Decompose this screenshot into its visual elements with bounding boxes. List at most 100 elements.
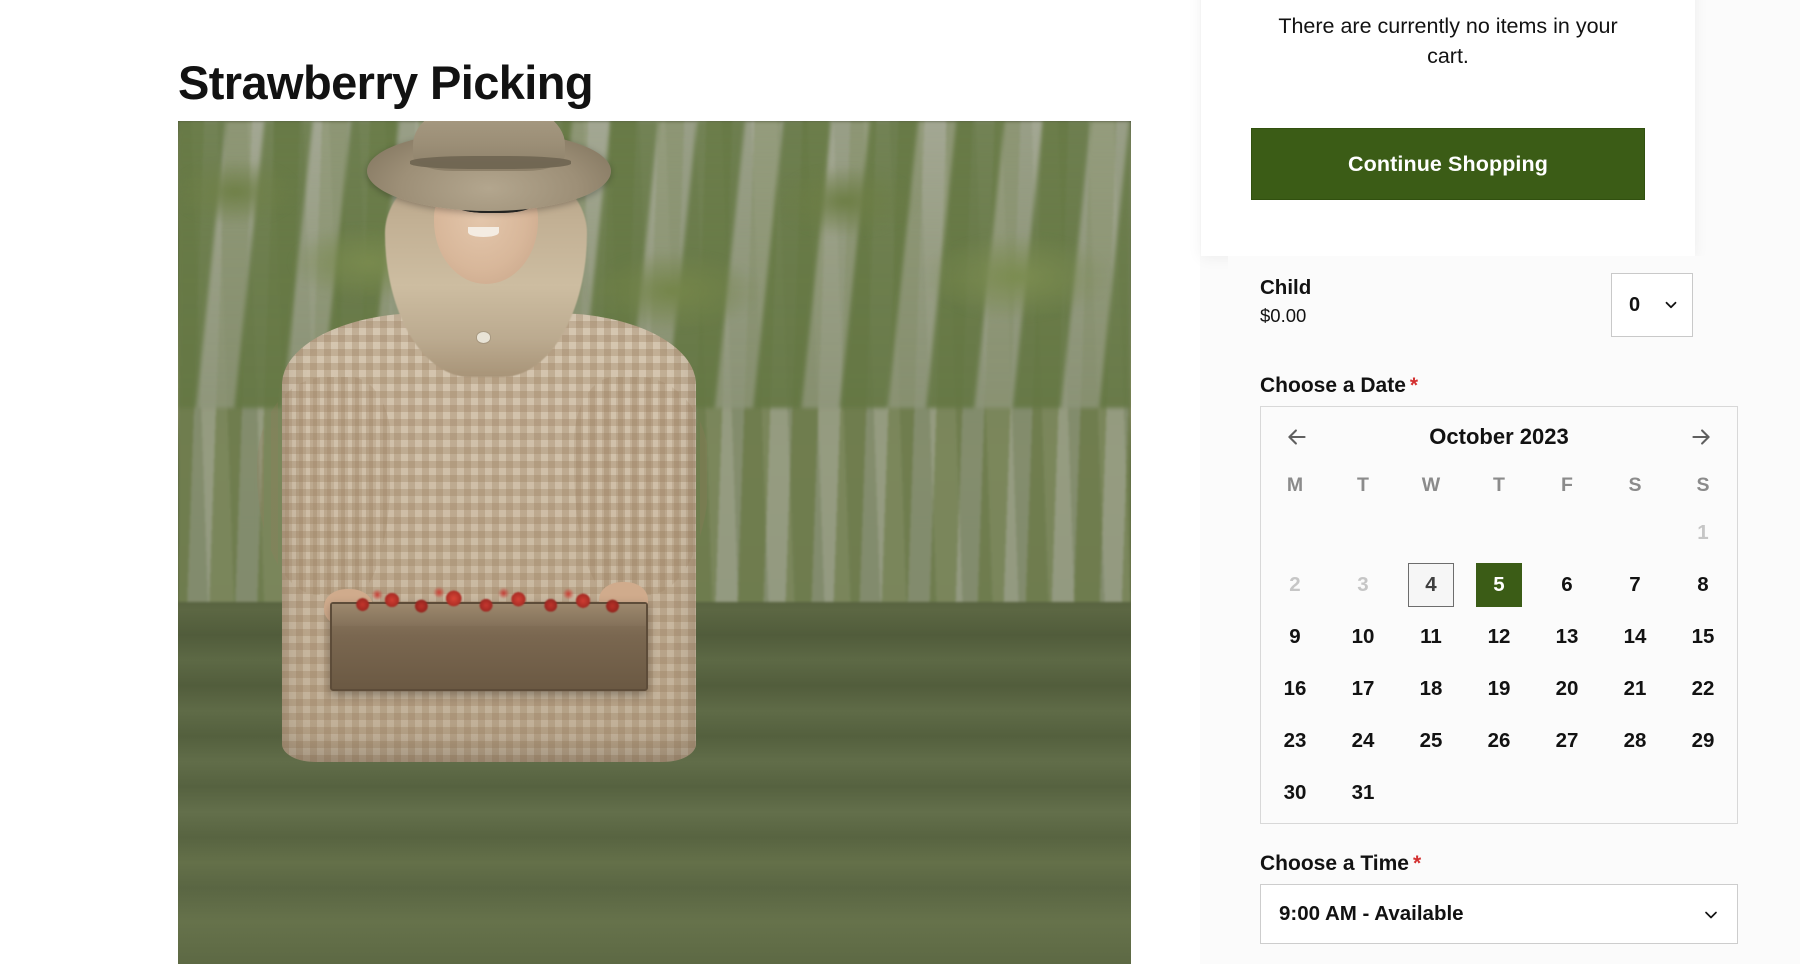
photo-wooden-crate bbox=[330, 581, 648, 692]
ticket-row-child: Child $0.00 0 bbox=[1260, 273, 1736, 354]
calendar-day-4[interactable]: 4 bbox=[1397, 559, 1465, 611]
calendar-day-20[interactable]: 20 bbox=[1533, 663, 1601, 715]
time-select[interactable]: 9:00 AM - Available bbox=[1260, 884, 1738, 944]
sidebar-column: There are currently no items in your car… bbox=[1200, 0, 1800, 964]
calendar-day-label: 17 bbox=[1351, 677, 1375, 700]
photo-hat-band bbox=[409, 155, 572, 170]
photo-right-sleeve bbox=[574, 377, 709, 596]
time-select-value: 9:00 AM - Available bbox=[1279, 902, 1464, 925]
calendar-day-grid[interactable]: 1 2 3 4 5 6 7 8 9 10 11 12 13 14 15 16 17 18 19 20 21 22 23 24 2… bbox=[1261, 507, 1737, 819]
photo-smile bbox=[467, 227, 500, 237]
booking-page: Strawberry Picking There are currently n… bbox=[0, 0, 1800, 964]
calendar-empty-cell bbox=[1261, 507, 1329, 559]
calendar-weekday-6: S bbox=[1696, 474, 1710, 496]
calendar-weekday-1: T bbox=[1357, 474, 1369, 496]
calendar-day-label: 1 bbox=[1697, 521, 1709, 544]
main-content-column: Strawberry Picking bbox=[0, 0, 1200, 964]
calendar-weekday-2: W bbox=[1421, 474, 1441, 496]
calendar-day-label: 27 bbox=[1555, 729, 1579, 752]
photo-necklace bbox=[476, 332, 491, 343]
calendar-day-24[interactable]: 24 bbox=[1329, 715, 1397, 767]
calendar-day-29[interactable]: 29 bbox=[1669, 715, 1737, 767]
calendar-day-2: 2 bbox=[1261, 559, 1329, 611]
booking-form: Child $0.00 0 Choose a Date * October 20… bbox=[1228, 256, 1768, 964]
choose-date-label-text: Choose a Date bbox=[1260, 374, 1406, 397]
calendar-weekday-header: MTWTFSS bbox=[1261, 465, 1737, 505]
calendar-day-10[interactable]: 10 bbox=[1329, 611, 1397, 663]
calendar-day-9[interactable]: 9 bbox=[1261, 611, 1329, 663]
calendar-day-label: 11 bbox=[1420, 625, 1442, 648]
hero-image-strawberry-field bbox=[178, 121, 1131, 964]
calendar-empty-cell bbox=[1329, 507, 1397, 559]
calendar-empty-cell bbox=[1465, 507, 1533, 559]
calendar-day-12[interactable]: 12 bbox=[1465, 611, 1533, 663]
calendar-day-26[interactable]: 26 bbox=[1465, 715, 1533, 767]
continue-shopping-button[interactable]: Continue Shopping bbox=[1251, 128, 1645, 200]
calendar-day-27[interactable]: 27 bbox=[1533, 715, 1601, 767]
calendar-day-30[interactable]: 30 bbox=[1261, 767, 1329, 819]
calendar-prev-month-arrow-icon[interactable] bbox=[1279, 419, 1315, 455]
calendar-day-label: 19 bbox=[1487, 677, 1511, 700]
calendar-weekday-3: T bbox=[1493, 474, 1505, 496]
calendar-day-label: 9 bbox=[1289, 625, 1301, 648]
calendar-empty-cell bbox=[1533, 507, 1601, 559]
calendar-day-label: 4 bbox=[1408, 563, 1454, 607]
calendar-next-month-arrow-icon[interactable] bbox=[1683, 419, 1719, 455]
calendar-day-label: 23 bbox=[1283, 729, 1307, 752]
calendar-day-label: 26 bbox=[1487, 729, 1511, 752]
calendar-day-label: 12 bbox=[1487, 625, 1511, 648]
calendar-day-19[interactable]: 19 bbox=[1465, 663, 1533, 715]
chevron-down-icon bbox=[1662, 296, 1680, 319]
calendar-month-label: October 2023 bbox=[1429, 424, 1569, 449]
required-asterisk-time: * bbox=[1413, 852, 1422, 875]
calendar-day-22[interactable]: 22 bbox=[1669, 663, 1737, 715]
choose-time-label-text: Choose a Time bbox=[1260, 852, 1409, 875]
choose-date-label: Choose a Date * bbox=[1260, 374, 1418, 398]
calendar-day-label: 31 bbox=[1351, 781, 1375, 804]
calendar-day-13[interactable]: 13 bbox=[1533, 611, 1601, 663]
choose-time-label: Choose a Time * bbox=[1260, 852, 1421, 876]
ticket-quantity-select[interactable]: 0 bbox=[1611, 273, 1693, 337]
calendar-day-11[interactable]: 11 bbox=[1397, 611, 1465, 663]
calendar-day-7[interactable]: 7 bbox=[1601, 559, 1669, 611]
calendar-day-17[interactable]: 17 bbox=[1329, 663, 1397, 715]
page-title: Strawberry Picking bbox=[178, 56, 594, 110]
calendar-day-28[interactable]: 28 bbox=[1601, 715, 1669, 767]
calendar-weekday-5: S bbox=[1628, 474, 1642, 496]
ticket-name: Child bbox=[1260, 276, 1312, 299]
calendar-day-21[interactable]: 21 bbox=[1601, 663, 1669, 715]
calendar-day-label: 21 bbox=[1623, 677, 1647, 700]
ticket-price: $0.00 bbox=[1260, 305, 1307, 326]
calendar-day-18[interactable]: 18 bbox=[1397, 663, 1465, 715]
photo-woman-figure bbox=[178, 121, 788, 762]
calendar-day-5[interactable]: 5 bbox=[1465, 559, 1533, 611]
calendar-weekday-0: M bbox=[1286, 474, 1304, 496]
calendar-day-15[interactable]: 15 bbox=[1669, 611, 1737, 663]
calendar-day-label: 13 bbox=[1555, 625, 1579, 648]
calendar-day-label: 7 bbox=[1629, 573, 1641, 596]
cart-empty-message: There are currently no items in your car… bbox=[1278, 14, 1618, 68]
calendar-day-25[interactable]: 25 bbox=[1397, 715, 1465, 767]
calendar-day-8[interactable]: 8 bbox=[1669, 559, 1737, 611]
calendar-day-23[interactable]: 23 bbox=[1261, 715, 1329, 767]
required-asterisk-date: * bbox=[1409, 374, 1419, 397]
calendar-day-14[interactable]: 14 bbox=[1601, 611, 1669, 663]
calendar-day-6[interactable]: 6 bbox=[1533, 559, 1601, 611]
calendar-day-label: 2 bbox=[1289, 573, 1301, 596]
calendar-day-label: 5 bbox=[1476, 563, 1522, 607]
calendar-day-16[interactable]: 16 bbox=[1261, 663, 1329, 715]
ticket-quantity-value: 0 bbox=[1629, 293, 1641, 316]
calendar-empty-cell bbox=[1601, 507, 1669, 559]
date-picker-calendar[interactable]: October 2023 MTWTFSS 1 2 3 4 5 6 7 8 9 10 11 12 13 14… bbox=[1260, 406, 1738, 824]
calendar-day-label: 28 bbox=[1623, 729, 1647, 752]
chevron-down-icon bbox=[1701, 905, 1721, 930]
calendar-day-label: 24 bbox=[1351, 729, 1375, 752]
calendar-header: October 2023 bbox=[1261, 407, 1737, 467]
photo-left-sleeve bbox=[257, 377, 392, 596]
calendar-day-label: 6 bbox=[1561, 573, 1573, 596]
calendar-empty-cell bbox=[1397, 507, 1465, 559]
calendar-day-label: 18 bbox=[1419, 677, 1443, 700]
calendar-day-label: 22 bbox=[1691, 677, 1715, 700]
calendar-day-1: 1 bbox=[1669, 507, 1737, 559]
calendar-day-31[interactable]: 31 bbox=[1329, 767, 1397, 819]
